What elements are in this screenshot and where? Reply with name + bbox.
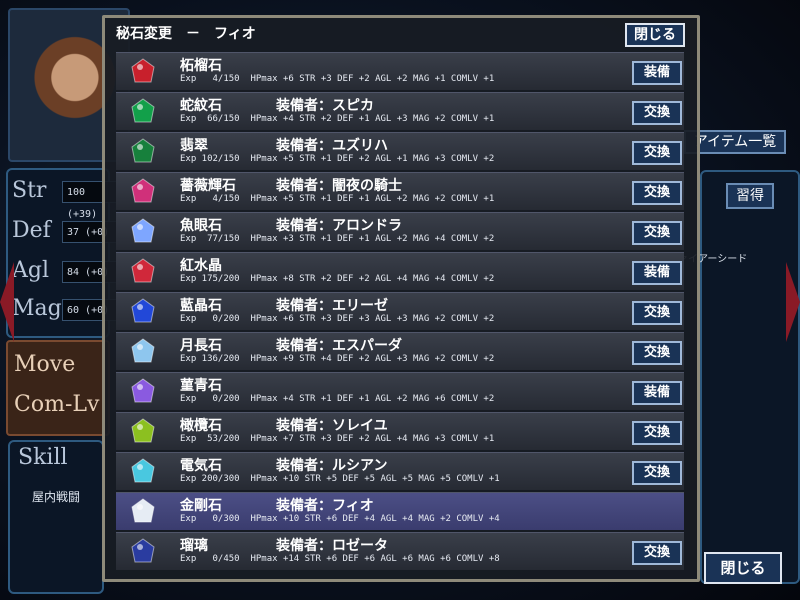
gem-row[interactable]: 電気石 装備者：ルシアン Exp 200/300 HPmax +10 STR +5 … [116, 452, 684, 490]
gem-name: 蛇紋石 [180, 98, 222, 114]
gem-icon [131, 258, 155, 283]
gem-row[interactable]: 翡翠 装備者：ユズリハ Exp 102/150 HPmax +5 STR +1 DE… [116, 132, 684, 170]
gem-name: 柘榴石 [180, 58, 222, 74]
swap-button[interactable]: 交換 [632, 541, 682, 565]
gem-equipped-by: 装備者：ユズリハ [276, 138, 388, 154]
gem-name: 橄欖石 [180, 418, 222, 434]
gem-stats: Exp 53/200 HPmax +7 STR +3 DEF +2 AGL +4… [180, 434, 495, 444]
gem-equipped-by: 装備者：ソレイユ [276, 418, 388, 434]
swap-button[interactable]: 交換 [632, 181, 682, 205]
learn-button[interactable]: 習得 [726, 183, 774, 209]
comlv-label: Com-Lv [14, 392, 100, 417]
gem-equipped-by: 装備者：エリーゼ [276, 298, 388, 314]
gem-row[interactable]: 紅水晶 Exp 175/200 HPmax +8 STR +2 DEF +2 AG… [116, 252, 684, 290]
move-label: Move [14, 352, 76, 377]
gem-name: 電気石 [180, 458, 222, 474]
gem-name: 翡翠 [180, 138, 208, 154]
gem-icon [131, 218, 155, 243]
swap-button[interactable]: 交換 [632, 301, 682, 325]
gem-equipped-by: 装備者：ロゼータ [276, 538, 388, 554]
gem-row[interactable]: 蛇紋石 装備者：スピカ Exp 66/150 HPmax +4 STR +2 DEF… [116, 92, 684, 130]
gem-icon [131, 138, 155, 163]
gem-name: 金剛石 [180, 498, 222, 514]
gem-name: 魚眼石 [180, 218, 222, 234]
gem-row[interactable]: 魚眼石 装備者：アロンドラ Exp 77/150 HPmax +3 STR +1 D… [116, 212, 684, 250]
swap-button[interactable]: 交換 [632, 101, 682, 125]
swap-button[interactable]: 交換 [632, 341, 682, 365]
stat-label-def: Def [12, 218, 51, 243]
stat-label-agl: Agl [12, 258, 50, 283]
gem-icon [131, 98, 155, 123]
gem-stats: Exp 0/300 HPmax +10 STR +6 DEF +4 AGL +4… [180, 514, 500, 524]
right-panel [700, 170, 800, 584]
gem-stats: Exp 0/200 HPmax +4 STR +1 DEF +1 AGL +2 … [180, 394, 495, 404]
swap-button[interactable]: 交換 [632, 141, 682, 165]
next-arrow-icon[interactable] [786, 262, 800, 342]
gem-row[interactable]: 月長石 装備者：エスパーダ Exp 136/200 HPmax +9 STR +4 … [116, 332, 684, 370]
swap-button[interactable]: 交換 [632, 421, 682, 445]
equip-button[interactable]: 装備 [632, 381, 682, 405]
close-top-button[interactable]: 閉じる [625, 23, 685, 47]
equip-button[interactable]: 装備 [632, 261, 682, 285]
gem-equipped-by: 装備者：アロンドラ [276, 218, 402, 234]
swap-button[interactable]: 交換 [632, 221, 682, 245]
prev-arrow-icon[interactable] [0, 262, 14, 342]
gem-row[interactable]: 藍晶石 装備者：エリーゼ Exp 0/200 HPmax +6 STR +3 DEF… [116, 292, 684, 330]
gem-icon [131, 418, 155, 443]
gem-icon [131, 378, 155, 403]
gem-row[interactable]: 菫青石 Exp 0/200 HPmax +4 STR +1 DEF +1 AGL … [116, 372, 684, 410]
gem-icon [131, 498, 155, 523]
skill-item: 屋内戦闘 [32, 490, 81, 504]
gem-row[interactable]: 瑠璃 装備者：ロゼータ Exp 0/450 HPmax +14 STR +6 DEF… [116, 532, 684, 570]
gem-row[interactable]: 金剛石 装備者：フィオ Exp 0/300 HPmax +10 STR +6 DEF… [116, 492, 684, 530]
stat-label-str: Str [12, 178, 47, 203]
gem-stats: Exp 4/150 HPmax +6 STR +3 DEF +2 AGL +2 … [180, 74, 495, 84]
dialog-title: 秘石変更 － フィオ [116, 26, 256, 42]
gem-name: 月長石 [180, 338, 222, 354]
gem-stats: Exp 77/150 HPmax +3 STR +1 DEF +1 AGL +2… [180, 234, 495, 244]
gem-equipped-by: 装備者：闇夜の騎士 [276, 178, 402, 194]
gem-stats: Exp 0/200 HPmax +6 STR +3 DEF +3 AGL +3 … [180, 314, 495, 324]
gem-row[interactable]: 薔薇輝石 装備者：闇夜の騎士 Exp 4/150 HPmax +5 STR +1 D… [116, 172, 684, 210]
gem-icon [131, 338, 155, 363]
gem-name: 薔薇輝石 [180, 178, 236, 194]
gem-icon [131, 58, 155, 83]
gem-stats: Exp 66/150 HPmax +4 STR +2 DEF +1 AGL +3… [180, 114, 495, 124]
gem-name: 藍晶石 [180, 298, 222, 314]
gem-stats: Exp 4/150 HPmax +5 STR +1 DEF +1 AGL +2 … [180, 194, 495, 204]
gem-name: 菫青石 [180, 378, 222, 394]
gem-row[interactable]: 橄欖石 装備者：ソレイユ Exp 53/200 HPmax +7 STR +3 DE… [116, 412, 684, 450]
gem-name: 瑠璃 [180, 538, 208, 554]
close-bottom-button[interactable]: 閉じる [704, 552, 782, 584]
gem-name: 紅水晶 [180, 258, 222, 274]
gem-stats: Exp 136/200 HPmax +9 STR +4 DEF +2 AGL +… [180, 354, 495, 364]
gem-stats: Exp 175/200 HPmax +8 STR +2 DEF +2 AGL +… [180, 274, 495, 284]
swap-button[interactable]: 交換 [632, 461, 682, 485]
gem-icon [131, 178, 155, 203]
gem-stats: Exp 0/450 HPmax +14 STR +6 DEF +6 AGL +6… [180, 554, 500, 564]
equip-button[interactable]: 装備 [632, 61, 682, 85]
gem-stats: Exp 200/300 HPmax +10 STR +5 DEF +5 AGL … [180, 474, 500, 484]
gem-stats: Exp 102/150 HPmax +5 STR +1 DEF +2 AGL +… [180, 154, 495, 164]
gem-equipped-by: 装備者：エスパーダ [276, 338, 402, 354]
skill-title: Skill [18, 445, 68, 470]
gem-icon [131, 458, 155, 483]
gem-equipped-by: 装備者：フィオ [276, 498, 374, 514]
gem-equipped-by: 装備者：ルシアン [276, 458, 388, 474]
gem-row[interactable]: 柘榴石 Exp 4/150 HPmax +6 STR +3 DEF +2 AGL … [116, 52, 684, 90]
stat-label-mag: Mag [12, 296, 62, 321]
gem-icon [131, 538, 155, 563]
gem-icon [131, 298, 155, 323]
gem-equipped-by: 装備者：スピカ [276, 98, 374, 114]
